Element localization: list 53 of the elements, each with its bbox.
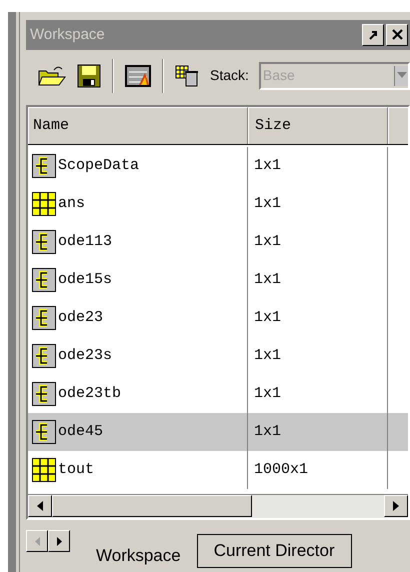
struct-icon <box>32 154 56 178</box>
import-data-button[interactable] <box>124 62 152 89</box>
left-triangle-icon <box>34 536 40 546</box>
table-cell-text: ode23s <box>58 346 112 366</box>
column-header[interactable]: Size <box>248 107 388 144</box>
table-cell-text: 1x1 <box>254 422 282 442</box>
stack-label: Stack: <box>210 66 249 86</box>
tab[interactable]: Current Director <box>196 534 352 568</box>
close-button[interactable] <box>386 24 408 46</box>
left-triangle-icon <box>37 501 43 512</box>
table-cell-text: ode45 <box>58 422 104 442</box>
table-cell-text: 1x1 <box>254 156 282 176</box>
matrix-icon <box>32 192 56 216</box>
struct-icon <box>32 344 56 368</box>
undock-button[interactable] <box>362 24 384 46</box>
save-button[interactable] <box>76 62 102 89</box>
column-header[interactable]: Name <box>28 107 248 144</box>
struct-icon <box>32 382 56 406</box>
table-cell-text: 1000x1 <box>254 460 308 480</box>
folder-icon <box>38 64 66 87</box>
panel-title: Workspace <box>30 24 106 45</box>
grid-trash-icon <box>175 64 199 87</box>
scrollbar-thumb[interactable] <box>52 495 252 518</box>
delete-button[interactable] <box>174 62 200 89</box>
table-cell-text: 1x1 <box>254 346 282 366</box>
struct-icon <box>32 230 56 254</box>
table-cell-text: 1x1 <box>254 232 282 252</box>
scroll-left-button[interactable] <box>28 495 52 518</box>
close-icon <box>392 29 402 40</box>
table-cell-text: ode23 <box>58 308 104 328</box>
table-cell-text: 1x1 <box>254 270 282 290</box>
arrow-icon <box>368 30 378 40</box>
tab-scroll-right-button[interactable] <box>48 530 70 552</box>
table-row[interactable]: ode45 1x1 <box>28 413 408 452</box>
chart-grid-icon <box>125 64 151 87</box>
table-cell-text: tout <box>58 460 94 480</box>
right-triangle-icon <box>56 536 62 546</box>
table-cell-text: ScopeData <box>58 156 140 176</box>
struct-icon <box>32 420 56 444</box>
table-cell-text: ode23tb <box>58 384 122 404</box>
struct-icon <box>32 306 56 330</box>
tab-scroll-left-button[interactable] <box>26 530 48 552</box>
struct-icon <box>32 268 56 292</box>
table-cell-text: 1x1 <box>254 308 282 328</box>
table-cell-text: ode15s <box>58 270 112 290</box>
table-cell-text: ode113 <box>58 232 112 252</box>
matrix-icon <box>32 458 56 482</box>
scroll-right-button[interactable] <box>384 495 408 518</box>
table-cell-text: 1x1 <box>254 384 282 404</box>
table-cell-text: 1x1 <box>254 194 282 214</box>
table-row[interactable]: ode23tb 1x1 <box>28 375 408 414</box>
right-triangle-icon <box>393 501 399 512</box>
table-cell-text: ans <box>58 194 86 214</box>
